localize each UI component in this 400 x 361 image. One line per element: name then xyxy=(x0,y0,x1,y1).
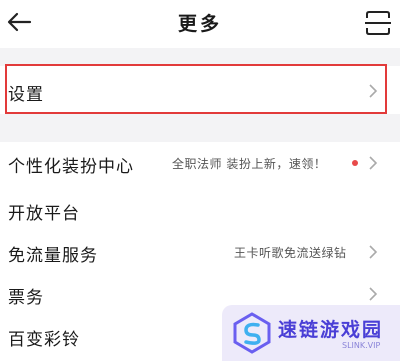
menu-item-personalization-center[interactable]: 个性化装扮中心 全职法师 装扮上新，速领！ xyxy=(0,142,400,184)
scan-icon xyxy=(365,11,391,35)
chevron-right-icon xyxy=(369,156,378,170)
watermark: 速链游戏园 SLINK.VIP xyxy=(222,305,400,361)
notification-dot xyxy=(352,160,358,166)
slink-logo-icon xyxy=(233,312,271,354)
chevron-right-icon xyxy=(369,287,378,301)
chevron-right-icon xyxy=(369,245,378,259)
section-gap xyxy=(0,114,400,142)
scan-button[interactable] xyxy=(364,10,392,36)
section-gap xyxy=(0,48,400,66)
menu-item-label: 免流量服务 xyxy=(8,246,98,266)
menu-item-free-data-service[interactable]: 免流量服务 王卡听歌免流送绿钻 xyxy=(0,231,400,273)
menu-item-open-platform[interactable]: 开放平台 xyxy=(0,189,400,231)
watermark-text: 速链游戏园 xyxy=(278,319,384,341)
menu-item-label: 设置 xyxy=(8,85,44,105)
watermark-url: SLINK.VIP xyxy=(342,341,381,350)
menu-item-subtitle: 王卡听歌免流送绿钻 xyxy=(234,246,347,260)
menu-item-label: 票务 xyxy=(8,288,44,308)
menu-item-settings[interactable]: 设置 xyxy=(0,68,400,114)
menu-item-label: 开放平台 xyxy=(8,204,80,224)
menu-item-subtitle: 全职法师 装扮上新，速领！ xyxy=(172,157,327,171)
chevron-right-icon xyxy=(369,84,378,98)
menu-item-label: 个性化装扮中心 xyxy=(8,157,134,177)
page-title: 更多 xyxy=(177,13,222,35)
menu-item-label: 百变彩铃 xyxy=(8,330,80,350)
top-nav-bar: 更多 xyxy=(0,0,400,48)
